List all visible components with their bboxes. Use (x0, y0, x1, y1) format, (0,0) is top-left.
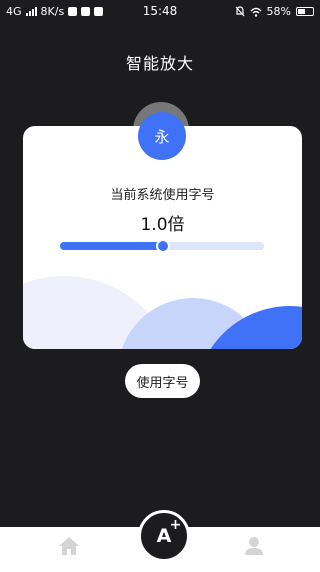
current-size-value: 1.0倍 (140, 215, 185, 235)
size-slider[interactable] (60, 239, 264, 253)
current-size-label: 当前系统使用字号 (110, 188, 215, 203)
mute-bell-icon (235, 6, 244, 17)
nav-profile[interactable] (244, 536, 264, 560)
use-size-button[interactable]: 使用字号 (125, 364, 200, 398)
page-title: 智能放大 (125, 54, 194, 73)
user-icon (245, 537, 263, 555)
nav-home[interactable] (58, 536, 80, 560)
slider-thumb[interactable] (156, 239, 170, 253)
fab-label: A + (156, 517, 182, 547)
status-bar: 4G 8K/s 15:48 58% (0, 0, 320, 22)
wifi-icon (250, 7, 262, 17)
magnify-fab[interactable]: A + (138, 510, 190, 562)
battery-percent: 58% (266, 5, 291, 18)
slider-fill (60, 242, 162, 250)
battery-icon (296, 7, 314, 16)
sample-character: 永 (138, 112, 186, 160)
status-right: 58% (235, 5, 314, 18)
home-icon (59, 537, 79, 555)
